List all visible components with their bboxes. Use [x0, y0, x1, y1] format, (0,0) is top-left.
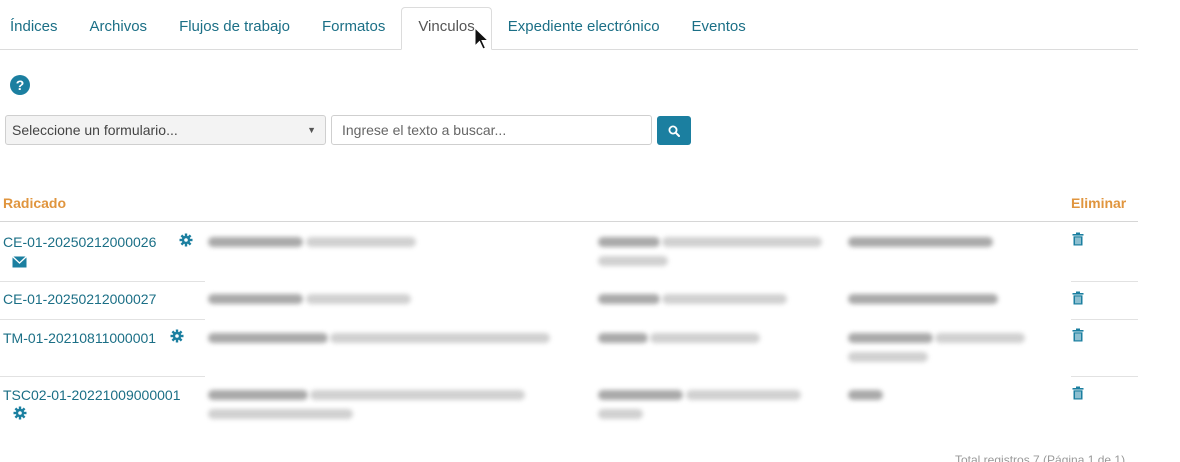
tab-bar: Índices Archivos Flujos de trabajo Forma… [0, 7, 1138, 50]
row-divider [1071, 319, 1138, 320]
row-divider [1071, 281, 1138, 282]
search-input[interactable] [331, 115, 652, 145]
form-select-value: Seleccione un formulario... [12, 122, 178, 138]
radicado-link[interactable]: TSC02-01-20221009000001 [3, 387, 180, 403]
row-divider [0, 281, 205, 282]
trash-icon[interactable] [1072, 328, 1084, 342]
redacted-field [848, 294, 998, 304]
radicado-link[interactable]: TM-01-20210811000001 [3, 330, 156, 346]
radicado-link[interactable]: CE-01-20250212000027 [3, 291, 156, 307]
redacted-field [598, 409, 643, 419]
redacted-field [848, 390, 883, 400]
tab-eventos[interactable]: Eventos [676, 7, 762, 49]
search-button[interactable] [657, 116, 691, 145]
redacted-field [848, 237, 993, 247]
redacted-field [208, 333, 328, 343]
page: Índices Archivos Flujos de trabajo Forma… [0, 0, 1180, 462]
redacted-field [598, 390, 683, 400]
column-header-radicado: Radicado [3, 195, 67, 211]
pagination-summary: Total registros 7 (Página 1 de 1) [955, 453, 1126, 462]
trash-icon[interactable] [1072, 386, 1084, 400]
tab-archivos[interactable]: Archivos [74, 7, 164, 49]
redacted-field [310, 390, 525, 400]
redacted-field [598, 237, 660, 247]
tab-formatos[interactable]: Formatos [306, 7, 401, 49]
redacted-field [306, 237, 416, 247]
redacted-field [306, 294, 411, 304]
tab-flujos-de-trabajo[interactable]: Flujos de trabajo [163, 7, 306, 49]
gear-icon[interactable] [179, 233, 193, 247]
redacted-field [598, 333, 648, 343]
redacted-field [662, 237, 822, 247]
redacted-field [848, 333, 933, 343]
redacted-field [330, 333, 550, 343]
trash-icon[interactable] [1072, 291, 1084, 305]
header-divider [0, 221, 1138, 222]
chevron-down-icon: ▼ [307, 125, 316, 135]
gear-icon[interactable] [170, 329, 184, 343]
redacted-field [598, 256, 668, 266]
form-select[interactable]: Seleccione un formulario... ▼ [5, 115, 326, 145]
row-divider [0, 376, 205, 377]
redacted-field [935, 333, 1025, 343]
help-icon[interactable]: ? [10, 75, 30, 95]
radicado-link[interactable]: CE-01-20250212000026 [3, 234, 156, 250]
row-divider [0, 319, 205, 320]
redacted-field [598, 294, 660, 304]
redacted-field [208, 237, 303, 247]
envelope-icon[interactable] [12, 256, 27, 268]
redacted-field [208, 409, 353, 419]
redacted-field [650, 333, 760, 343]
search-icon [668, 125, 680, 137]
redacted-field [662, 294, 787, 304]
redacted-field [848, 352, 928, 362]
redacted-field [208, 390, 308, 400]
trash-icon[interactable] [1072, 232, 1084, 246]
column-header-eliminar: Eliminar [1071, 195, 1127, 211]
redacted-field [208, 294, 303, 304]
mouse-cursor-icon [474, 27, 490, 50]
tab-indices[interactable]: Índices [0, 7, 74, 49]
redacted-field [686, 390, 801, 400]
tab-expediente-electronico[interactable]: Expediente electrónico [492, 7, 676, 49]
row-divider [1071, 376, 1138, 377]
gear-icon[interactable] [13, 406, 27, 420]
